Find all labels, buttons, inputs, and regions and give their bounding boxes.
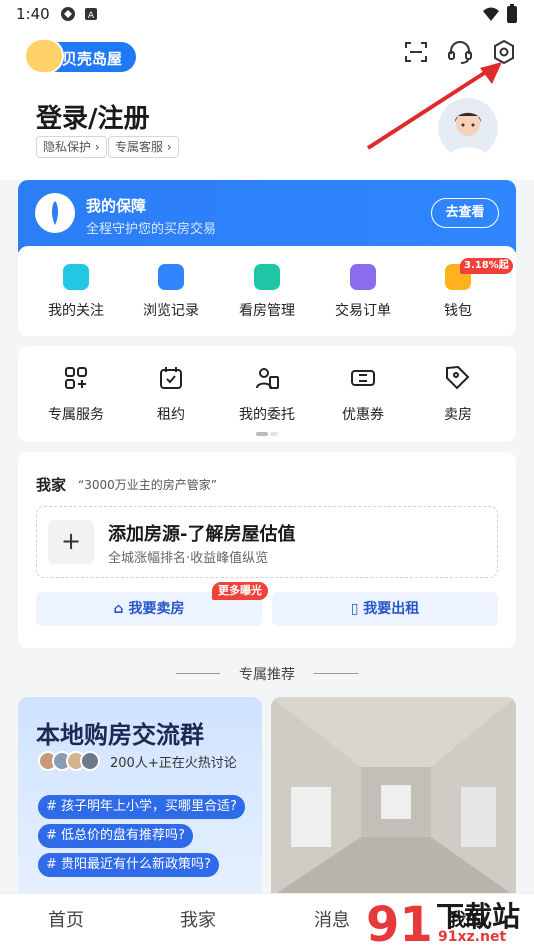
rent-out-label: 我要出租 — [363, 601, 420, 617]
tab-messages[interactable]: 消息 — [314, 906, 350, 932]
service-item-3[interactable]: 优惠券 — [323, 364, 403, 424]
divider-right — [314, 673, 358, 674]
service-item-0[interactable]: 专属服务 — [36, 364, 116, 424]
member-avatar — [80, 751, 100, 771]
quick-item-label: 我的关注 — [48, 303, 104, 319]
view-protection-button[interactable]: 去查看 — [431, 198, 499, 228]
watermark-logo-icon: 91 — [366, 897, 432, 949]
service-item-2[interactable]: 我的委托 — [227, 364, 307, 424]
shield-icon — [35, 193, 75, 233]
status-bar: 1:40 A — [0, 0, 534, 28]
house-icon: ⌂ — [113, 601, 124, 617]
watermark-url: 91xz.net — [438, 929, 507, 945]
chevron-right-icon: › — [166, 140, 172, 154]
service-label: 专属客服 — [115, 140, 164, 154]
quick-item-2[interactable]: 看房管理 — [227, 264, 307, 320]
quick-item-label: 钱包 — [444, 303, 472, 319]
watermark: 91 下载站 91xz.net — [364, 893, 534, 950]
topic-tag[interactable]: # 贵阳最近有什么新政策吗? — [38, 853, 219, 877]
my-home-title: 我家 — [36, 476, 67, 494]
avatar-face-icon — [448, 112, 488, 158]
my-home-slogan: “3000万业主的房产管家” — [78, 478, 217, 492]
room-photo-image — [271, 697, 516, 897]
service-item-4[interactable]: 卖房 — [418, 364, 498, 424]
privacy-label: 隐私保护 — [43, 140, 92, 154]
page-indicator — [256, 432, 278, 436]
group-title: 本地购房交流群 — [36, 721, 204, 749]
property-photo[interactable] — [271, 697, 516, 897]
avatar[interactable] — [438, 98, 498, 158]
person-document-icon — [256, 368, 279, 389]
add-property-subtitle: 全城涨幅排名·收益峰值纵览 — [108, 551, 269, 566]
svg-text:91: 91 — [366, 897, 432, 949]
quick-item-label: 交易订单 — [335, 303, 391, 319]
quick-item-3[interactable]: 交易订单 — [323, 264, 403, 320]
status-time: 1:40 — [16, 5, 50, 23]
coupon-icon — [351, 370, 375, 386]
quick-item-label: 看房管理 — [239, 303, 295, 319]
battery-icon — [507, 4, 517, 23]
promo-badge: 更多曝光 — [212, 582, 268, 600]
island-house-icon — [24, 38, 64, 74]
price-tag-icon — [446, 365, 470, 390]
svg-text:A: A — [88, 11, 95, 21]
group-count: 200人+正在火热讨论 — [110, 756, 237, 771]
service-item-label: 租约 — [157, 407, 185, 423]
add-icon[interactable]: + — [48, 520, 94, 564]
add-property-title: 添加房源-了解房屋估值 — [108, 524, 296, 545]
heart-icon — [63, 264, 89, 290]
protection-subtitle: 全程守护您的买房交易 — [86, 222, 217, 237]
topic-tag[interactable]: # 低总价的盘有推荐吗? — [38, 824, 193, 848]
quick-item-1[interactable]: 浏览记录 — [131, 264, 211, 320]
app-logo: 贝壳岛屋 — [22, 36, 136, 76]
app-notification-icon — [61, 7, 75, 21]
wifi-icon — [483, 7, 499, 21]
protection-title: 我的保障 — [86, 197, 147, 215]
calendar-check-icon — [160, 367, 182, 389]
chevron-right-icon: › — [94, 140, 100, 154]
tab-home[interactable]: 首页 — [48, 906, 84, 932]
quick-item-0[interactable]: 我的关注 — [36, 264, 116, 320]
door-icon: ▯ — [350, 601, 359, 617]
group-chat-card[interactable]: 本地购房交流群 200人+正在火热讨论 # 孩子明年上小学，买哪里合适? # 低… — [18, 697, 262, 897]
recommend-heading: 专属推荐 — [239, 667, 295, 683]
wallet-rate-badge: 3.18%起 — [460, 258, 513, 274]
service-item-label: 卖房 — [444, 407, 472, 423]
login-title[interactable]: 登录/注册 — [36, 98, 150, 135]
grid-icon — [65, 367, 87, 389]
service-item-label: 优惠券 — [342, 407, 384, 423]
app-name: 贝壳岛屋 — [62, 50, 123, 68]
chat-bubble-icon — [158, 264, 184, 290]
camera-icon — [254, 264, 280, 290]
service-item-label: 专属服务 — [48, 407, 104, 423]
quick-item-label: 浏览记录 — [143, 303, 199, 319]
rent-out-button[interactable]: ▯ 我要出租 — [272, 592, 498, 626]
service-item-1[interactable]: 租约 — [131, 364, 211, 424]
topic-tag[interactable]: # 孩子明年上小学，买哪里合适? — [38, 795, 245, 819]
sell-house-label: 我要卖房 — [128, 601, 185, 617]
a-notification-icon: A — [85, 8, 97, 21]
tab-my-home[interactable]: 我家 — [180, 906, 216, 932]
service-chip[interactable]: 专属客服 › — [108, 136, 179, 158]
privacy-chip[interactable]: 隐私保护 › — [36, 136, 107, 158]
service-item-label: 我的委托 — [239, 407, 295, 423]
clipboard-check-icon — [350, 264, 376, 290]
